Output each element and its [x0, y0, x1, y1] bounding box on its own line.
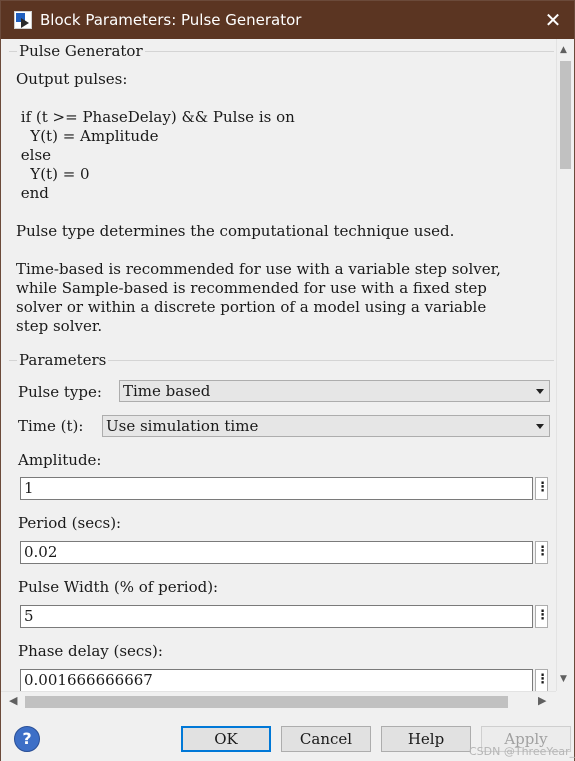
- description-line: if (t >= PhaseDelay) && Pulse is on: [16, 108, 295, 126]
- pulse-type-label: Pulse type:: [18, 383, 102, 401]
- pulse-type-dropdown[interactable]: Time based: [119, 380, 550, 402]
- phase-delay-label: Phase delay (secs):: [18, 642, 163, 660]
- description-line: Y(t) = 0: [16, 165, 90, 183]
- pulse-width-label: Pulse Width (% of period):: [18, 578, 219, 596]
- description-line: end: [16, 184, 49, 202]
- ok-button[interactable]: OK: [181, 726, 271, 752]
- period-options-button[interactable]: ⋮: [535, 541, 549, 564]
- description-line: Time-based is recommended for use with a…: [16, 260, 501, 278]
- description-line: Y(t) = Amplitude: [16, 127, 159, 145]
- time-label: Time (t):: [18, 417, 84, 435]
- phase-delay-options-button[interactable]: ⋮: [535, 669, 549, 691]
- description-line: Output pulses:: [16, 70, 128, 88]
- dialog-content: Pulse Generator Output pulses: if (t >= …: [1, 39, 556, 691]
- amplitude-input[interactable]: 1: [20, 477, 533, 500]
- time-value: Use simulation time: [106, 417, 259, 435]
- period-input[interactable]: 0.02: [20, 541, 533, 564]
- title-bar[interactable]: Block Parameters: Pulse Generator ✕: [1, 1, 574, 39]
- horizontal-scroll-thumb[interactable]: [25, 696, 508, 708]
- simulink-block-icon: [14, 11, 32, 29]
- scroll-down-icon[interactable]: ▼: [560, 674, 567, 684]
- pulse-type-value: Time based: [123, 382, 211, 400]
- pulse-width-input[interactable]: 5: [20, 605, 533, 628]
- scroll-up-icon[interactable]: ▲: [560, 45, 567, 55]
- amplitude-options-button[interactable]: ⋮: [535, 477, 549, 500]
- dialog-footer: ? OK Cancel Help Apply CSDN @ThreeYear_s: [1, 711, 575, 761]
- help-button[interactable]: Help: [381, 726, 471, 752]
- description-line: else: [16, 146, 52, 164]
- window-title: Block Parameters: Pulse Generator: [40, 11, 302, 29]
- description-line: solver or within a discrete portion of a…: [16, 298, 487, 316]
- period-label: Period (secs):: [18, 514, 122, 532]
- scroll-left-icon[interactable]: ◀: [9, 694, 17, 707]
- close-icon[interactable]: ✕: [539, 7, 567, 33]
- scroll-right-icon[interactable]: ▶: [538, 694, 546, 707]
- parameters-group-label: Parameters: [17, 351, 109, 369]
- amplitude-label: Amplitude:: [18, 451, 102, 469]
- description-line: while Sample-based is recommended for us…: [16, 279, 487, 297]
- chevron-down-icon: [536, 389, 544, 394]
- chevron-down-icon: [536, 424, 544, 429]
- help-icon[interactable]: ?: [14, 726, 40, 752]
- pulse-width-options-button[interactable]: ⋮: [535, 605, 549, 628]
- description-line: step solver.: [16, 317, 103, 335]
- description-line: Pulse type determines the computational …: [16, 222, 455, 240]
- time-dropdown[interactable]: Use simulation time: [102, 415, 550, 437]
- cancel-button[interactable]: Cancel: [281, 726, 371, 752]
- block-group-label: Pulse Generator: [17, 42, 145, 60]
- watermark-text: CSDN @ThreeYear_s: [469, 745, 575, 758]
- horizontal-scrollbar[interactable]: ◀ ▶: [1, 691, 556, 711]
- vertical-scrollbar[interactable]: ▲ ▼: [556, 39, 574, 691]
- phase-delay-input[interactable]: 0.001666666667: [20, 669, 533, 691]
- dialog-window: Block Parameters: Pulse Generator ✕ Puls…: [0, 0, 575, 761]
- vertical-scroll-thumb[interactable]: [560, 61, 571, 169]
- scrollbar-corner: [556, 691, 574, 711]
